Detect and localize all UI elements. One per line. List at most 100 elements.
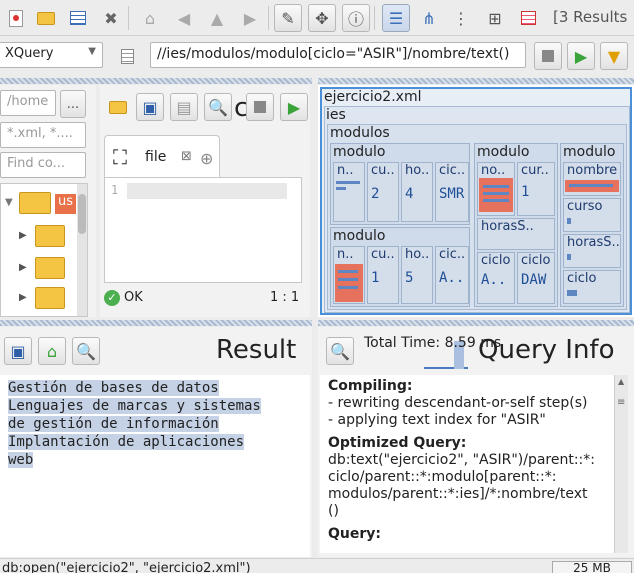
new-file-icon[interactable] xyxy=(2,4,30,32)
result-line: Lenguajes de marcas y sistemas xyxy=(8,398,261,414)
modulo-node-1[interactable]: modulo n.. cu.. 2 ho.. 4 cic.. SMR xyxy=(330,143,470,225)
modulo-label: modulo xyxy=(563,144,616,160)
ies-node[interactable]: ies modulos modulo n.. cu.. 2 ho.. 4 cic… xyxy=(324,106,630,313)
modulo-node-3[interactable]: modulo no.. cur.. 1 horasS.. ciclo A.. c… xyxy=(474,143,558,307)
tree-view-icon[interactable]: ⋔ xyxy=(415,4,443,32)
filter-icon[interactable]: ▼ xyxy=(600,42,628,70)
divider xyxy=(318,78,634,84)
ciclo-value: DAW xyxy=(521,272,547,288)
memory-indicator[interactable]: 25 MB xyxy=(552,561,632,573)
tree-item-root[interactable]: ▼ us xyxy=(5,190,77,218)
compiling-heading: Compiling: xyxy=(328,378,413,394)
line-number: 1 xyxy=(111,183,119,197)
tree-item[interactable]: ▶ xyxy=(19,286,75,312)
treemap-root[interactable]: ejercicio2.xml ies modulos modulo n.. cu… xyxy=(320,87,632,315)
filter-field[interactable]: *.xml, *.... xyxy=(0,122,86,148)
stop-icon[interactable] xyxy=(534,42,562,70)
edit-pencil-icon[interactable]: ✎ xyxy=(274,4,302,32)
cursor-position: 1 : 1 xyxy=(270,290,300,305)
info-text[interactable]: Compiling: - rewriting descendant-or-sel… xyxy=(320,375,614,553)
open-file-icon[interactable] xyxy=(104,93,132,121)
code-area[interactable]: 1 xyxy=(104,177,302,283)
bar xyxy=(479,178,513,212)
tree-item[interactable]: ▶ xyxy=(19,224,75,250)
horas-cell[interactable]: horasS.. xyxy=(477,218,555,250)
add-tab-icon[interactable]: ⊕ xyxy=(200,149,213,168)
home-icon[interactable]: ⌂ xyxy=(38,337,66,365)
scroll-up-icon[interactable]: ▲ xyxy=(618,377,624,386)
history-icon[interactable]: ▤ xyxy=(170,93,198,121)
open-folder-icon[interactable] xyxy=(32,4,60,32)
forward-arrow-icon[interactable]: ▶ xyxy=(236,4,264,32)
editor-panel: ▣ ▤ 🔍 c ▶ ⛶ file ⊠ ⊕ 1 ✓ OK 1 : 1 xyxy=(100,85,310,317)
compiling-line: - applying text index for "ASIR" xyxy=(328,412,546,428)
scroll-lines-icon[interactable]: ≡ xyxy=(617,397,625,408)
nombre-cell[interactable]: n.. xyxy=(333,162,365,222)
folder-icon xyxy=(35,287,65,309)
home-icon[interactable]: ⌂ xyxy=(136,4,164,32)
editor-status: OK xyxy=(124,290,143,305)
bar xyxy=(336,187,346,190)
ciclo-cell[interactable]: ciclo xyxy=(563,270,621,304)
curso-cell[interactable]: curso xyxy=(563,198,621,232)
find-contents-field[interactable]: Find co... xyxy=(0,152,86,178)
root-label: ejercicio2.xml xyxy=(324,89,422,105)
bar xyxy=(338,270,358,273)
result-line: de gestión de información xyxy=(8,416,219,432)
query-info-panel: 🔍 Total Time: 8.59 ms Query Info Compili… xyxy=(318,327,634,557)
divider xyxy=(0,78,312,84)
info-icon[interactable]: ⓘ xyxy=(342,4,370,32)
expand-arrow-icon: ▶ xyxy=(19,292,27,303)
modulo-label: modulo xyxy=(477,144,530,160)
table-red-icon[interactable] xyxy=(514,4,542,32)
tree-item[interactable]: ▶ xyxy=(19,256,75,282)
search-icon[interactable]: 🔍 xyxy=(326,337,354,365)
bar xyxy=(483,185,509,188)
path-field[interactable]: /home xyxy=(0,90,56,116)
query-input[interactable]: //ies/modulos/modulo[ciclo="ASIR"]/nombr… xyxy=(150,42,526,68)
compiling-line: - rewriting descendant-or-self step(s) xyxy=(328,395,588,411)
folder-view-icon[interactable]: ⋮ xyxy=(447,4,475,32)
expand-arrow-icon: ▼ xyxy=(5,197,13,208)
save-icon[interactable]: ▣ xyxy=(4,337,32,365)
ciclo-value: A.. xyxy=(439,270,465,286)
horas-cell[interactable]: horasS.. xyxy=(563,234,621,268)
bar xyxy=(338,286,358,289)
horas-value: 4 xyxy=(405,186,414,202)
stop-icon[interactable] xyxy=(246,93,274,121)
optimized-heading: Optimized Query: xyxy=(328,435,467,451)
info-scrollbar[interactable]: ▲ ≡ xyxy=(614,375,628,553)
tree-scrollbar[interactable] xyxy=(77,184,87,316)
history-icon[interactable] xyxy=(113,42,141,70)
browse-button[interactable]: ... xyxy=(60,90,86,118)
plot-view-icon[interactable]: ⊞ xyxy=(481,4,509,32)
save-icon[interactable]: ▣ xyxy=(136,93,164,121)
modulo-node-4[interactable]: modulo nombre curso horasS.. ciclo xyxy=(560,143,624,307)
close-tab-icon[interactable]: ⊠ xyxy=(181,149,192,164)
query-mode-select[interactable]: XQuery ▼ xyxy=(0,42,103,68)
search-icon[interactable]: 🔍 xyxy=(204,93,232,121)
back-arrow-icon[interactable]: ◀ xyxy=(170,4,198,32)
ok-check-icon: ✓ xyxy=(104,290,120,306)
modulo-node-2[interactable]: modulo n.. cu.. 1 ho.. 5 cic.. A.. xyxy=(330,227,470,307)
result-line: Implantación de aplicaciones xyxy=(8,434,245,450)
bar xyxy=(483,192,509,195)
bar xyxy=(567,218,571,224)
run-icon[interactable]: ▶ xyxy=(567,42,595,70)
modulo-label: modulo xyxy=(333,144,386,160)
expand-arrow-icon: ▶ xyxy=(19,262,27,273)
close-tools-icon[interactable]: ✖ xyxy=(97,4,125,32)
move-arrows-icon[interactable]: ✥ xyxy=(308,4,336,32)
text-view-icon[interactable]: ☰ xyxy=(382,4,410,32)
up-arrow-icon[interactable]: ▲ xyxy=(203,4,231,32)
modulos-node[interactable]: modulos modulo n.. cu.. 2 ho.. 4 cic.. S… xyxy=(327,124,627,310)
run-icon[interactable]: ▶ xyxy=(280,93,308,121)
result-text[interactable]: Gestión de bases de datos Lenguajes de m… xyxy=(0,375,310,557)
optimized-line: () xyxy=(328,503,339,519)
curso-value: 2 xyxy=(371,186,380,202)
chevron-down-icon: ▼ xyxy=(88,46,96,57)
folder-icon xyxy=(19,192,51,214)
search-icon[interactable]: 🔍 xyxy=(72,337,100,365)
modulo-label: modulo xyxy=(333,228,386,244)
table-view-icon[interactable] xyxy=(64,4,92,32)
